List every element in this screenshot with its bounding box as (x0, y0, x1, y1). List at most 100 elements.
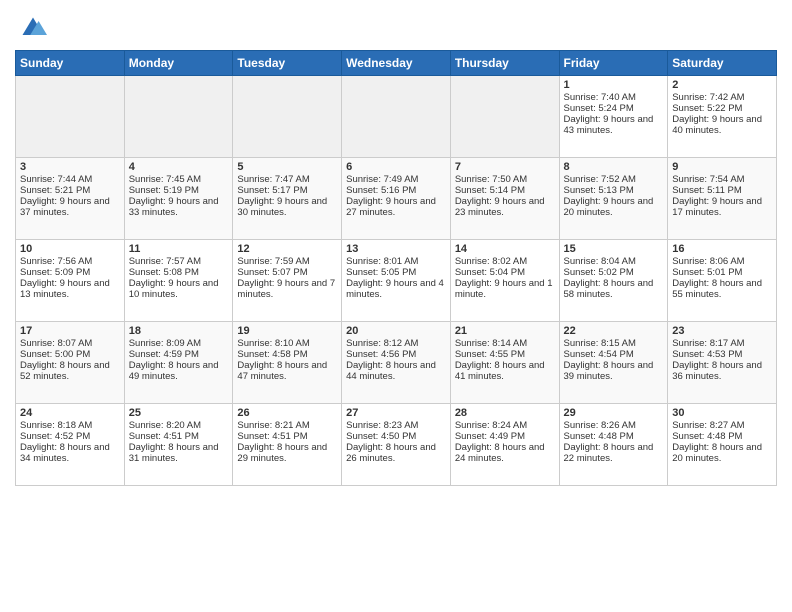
calendar-table: SundayMondayTuesdayWednesdayThursdayFrid… (15, 50, 777, 486)
sunset-text: Sunset: 4:52 PM (20, 431, 120, 442)
sunrise-text: Sunrise: 8:09 AM (129, 338, 229, 349)
calendar-week-row: 17Sunrise: 8:07 AMSunset: 5:00 PMDayligh… (16, 322, 777, 404)
sunrise-text: Sunrise: 8:10 AM (237, 338, 337, 349)
sunset-text: Sunset: 4:56 PM (346, 349, 446, 360)
sunrise-text: Sunrise: 7:45 AM (129, 174, 229, 185)
page: SundayMondayTuesdayWednesdayThursdayFrid… (0, 0, 792, 496)
day-of-week-header: Thursday (450, 51, 559, 76)
sunrise-text: Sunrise: 8:07 AM (20, 338, 120, 349)
calendar-cell: 6Sunrise: 7:49 AMSunset: 5:16 PMDaylight… (342, 158, 451, 240)
sunset-text: Sunset: 5:02 PM (564, 267, 664, 278)
sunrise-text: Sunrise: 7:59 AM (237, 256, 337, 267)
calendar-cell: 8Sunrise: 7:52 AMSunset: 5:13 PMDaylight… (559, 158, 668, 240)
sunrise-text: Sunrise: 7:49 AM (346, 174, 446, 185)
calendar-cell: 10Sunrise: 7:56 AMSunset: 5:09 PMDayligh… (16, 240, 125, 322)
sunrise-text: Sunrise: 7:40 AM (564, 92, 664, 103)
day-number: 11 (129, 243, 229, 255)
sunrise-text: Sunrise: 7:47 AM (237, 174, 337, 185)
day-number: 29 (564, 407, 664, 419)
day-of-week-header: Tuesday (233, 51, 342, 76)
sunset-text: Sunset: 5:19 PM (129, 185, 229, 196)
sunset-text: Sunset: 5:24 PM (564, 103, 664, 114)
daylight-text: Daylight: 8 hours and 20 minutes. (672, 442, 772, 464)
calendar-cell: 15Sunrise: 8:04 AMSunset: 5:02 PMDayligh… (559, 240, 668, 322)
daylight-text: Daylight: 8 hours and 34 minutes. (20, 442, 120, 464)
daylight-text: Daylight: 8 hours and 47 minutes. (237, 360, 337, 382)
day-number: 16 (672, 243, 772, 255)
daylight-text: Daylight: 8 hours and 58 minutes. (564, 278, 664, 300)
day-number: 19 (237, 325, 337, 337)
daylight-text: Daylight: 8 hours and 24 minutes. (455, 442, 555, 464)
logo-icon (19, 14, 47, 42)
sunrise-text: Sunrise: 8:04 AM (564, 256, 664, 267)
day-number: 20 (346, 325, 446, 337)
day-number: 24 (20, 407, 120, 419)
daylight-text: Daylight: 9 hours and 7 minutes. (237, 278, 337, 300)
calendar-body: 1Sunrise: 7:40 AMSunset: 5:24 PMDaylight… (16, 76, 777, 486)
sunrise-text: Sunrise: 7:56 AM (20, 256, 120, 267)
calendar-cell: 17Sunrise: 8:07 AMSunset: 5:00 PMDayligh… (16, 322, 125, 404)
daylight-text: Daylight: 9 hours and 33 minutes. (129, 196, 229, 218)
day-number: 5 (237, 161, 337, 173)
day-number: 2 (672, 79, 772, 91)
calendar-cell: 16Sunrise: 8:06 AMSunset: 5:01 PMDayligh… (668, 240, 777, 322)
day-of-week-header: Friday (559, 51, 668, 76)
sunrise-text: Sunrise: 7:44 AM (20, 174, 120, 185)
calendar-cell: 25Sunrise: 8:20 AMSunset: 4:51 PMDayligh… (124, 404, 233, 486)
daylight-text: Daylight: 9 hours and 40 minutes. (672, 114, 772, 136)
calendar-cell: 30Sunrise: 8:27 AMSunset: 4:48 PMDayligh… (668, 404, 777, 486)
sunrise-text: Sunrise: 8:17 AM (672, 338, 772, 349)
daylight-text: Daylight: 9 hours and 43 minutes. (564, 114, 664, 136)
day-number: 12 (237, 243, 337, 255)
day-of-week-header: Monday (124, 51, 233, 76)
sunset-text: Sunset: 5:09 PM (20, 267, 120, 278)
daylight-text: Daylight: 8 hours and 52 minutes. (20, 360, 120, 382)
sunset-text: Sunset: 5:22 PM (672, 103, 772, 114)
calendar-cell: 7Sunrise: 7:50 AMSunset: 5:14 PMDaylight… (450, 158, 559, 240)
daylight-text: Daylight: 9 hours and 27 minutes. (346, 196, 446, 218)
day-of-week-header: Saturday (668, 51, 777, 76)
daylight-text: Daylight: 9 hours and 20 minutes. (564, 196, 664, 218)
daylight-text: Daylight: 9 hours and 13 minutes. (20, 278, 120, 300)
calendar-cell: 3Sunrise: 7:44 AMSunset: 5:21 PMDaylight… (16, 158, 125, 240)
sunset-text: Sunset: 5:14 PM (455, 185, 555, 196)
day-number: 18 (129, 325, 229, 337)
sunrise-text: Sunrise: 8:26 AM (564, 420, 664, 431)
sunrise-text: Sunrise: 8:27 AM (672, 420, 772, 431)
day-number: 10 (20, 243, 120, 255)
daylight-text: Daylight: 8 hours and 29 minutes. (237, 442, 337, 464)
sunset-text: Sunset: 4:51 PM (237, 431, 337, 442)
daylight-text: Daylight: 8 hours and 41 minutes. (455, 360, 555, 382)
sunrise-text: Sunrise: 7:52 AM (564, 174, 664, 185)
sunset-text: Sunset: 4:50 PM (346, 431, 446, 442)
sunset-text: Sunset: 5:01 PM (672, 267, 772, 278)
sunrise-text: Sunrise: 7:57 AM (129, 256, 229, 267)
day-number: 30 (672, 407, 772, 419)
sunrise-text: Sunrise: 8:12 AM (346, 338, 446, 349)
sunset-text: Sunset: 4:51 PM (129, 431, 229, 442)
day-of-week-header: Sunday (16, 51, 125, 76)
sunset-text: Sunset: 5:04 PM (455, 267, 555, 278)
daylight-text: Daylight: 9 hours and 37 minutes. (20, 196, 120, 218)
sunrise-text: Sunrise: 7:50 AM (455, 174, 555, 185)
sunset-text: Sunset: 4:54 PM (564, 349, 664, 360)
sunset-text: Sunset: 4:58 PM (237, 349, 337, 360)
daylight-text: Daylight: 9 hours and 17 minutes. (672, 196, 772, 218)
day-number: 6 (346, 161, 446, 173)
calendar-cell: 13Sunrise: 8:01 AMSunset: 5:05 PMDayligh… (342, 240, 451, 322)
calendar-week-row: 10Sunrise: 7:56 AMSunset: 5:09 PMDayligh… (16, 240, 777, 322)
calendar-cell: 20Sunrise: 8:12 AMSunset: 4:56 PMDayligh… (342, 322, 451, 404)
calendar-week-row: 3Sunrise: 7:44 AMSunset: 5:21 PMDaylight… (16, 158, 777, 240)
calendar-cell (450, 76, 559, 158)
calendar-week-row: 24Sunrise: 8:18 AMSunset: 4:52 PMDayligh… (16, 404, 777, 486)
sunrise-text: Sunrise: 8:24 AM (455, 420, 555, 431)
header (15, 10, 777, 42)
calendar-cell: 18Sunrise: 8:09 AMSunset: 4:59 PMDayligh… (124, 322, 233, 404)
daylight-text: Daylight: 8 hours and 26 minutes. (346, 442, 446, 464)
sunrise-text: Sunrise: 8:02 AM (455, 256, 555, 267)
day-number: 27 (346, 407, 446, 419)
sunset-text: Sunset: 5:00 PM (20, 349, 120, 360)
calendar-cell: 9Sunrise: 7:54 AMSunset: 5:11 PMDaylight… (668, 158, 777, 240)
sunset-text: Sunset: 5:08 PM (129, 267, 229, 278)
sunset-text: Sunset: 4:49 PM (455, 431, 555, 442)
